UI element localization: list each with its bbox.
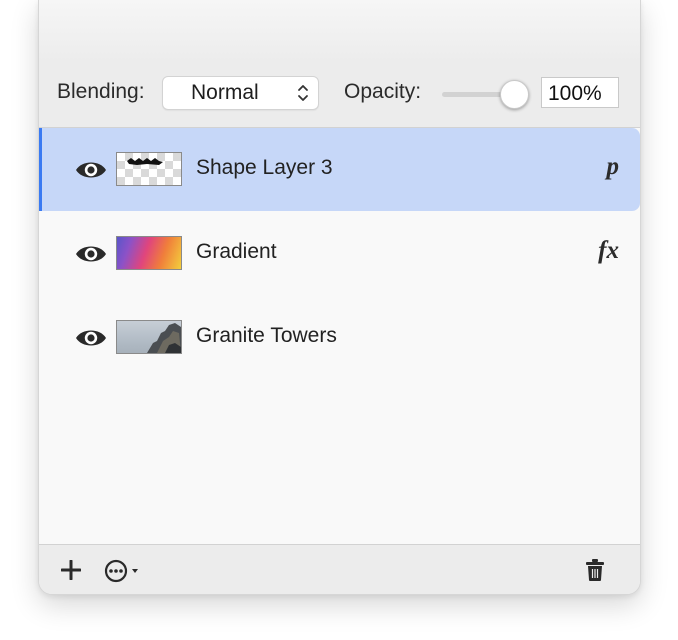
layer-thumbnail-gradient	[116, 236, 182, 270]
layer-thumbnail-photo	[116, 320, 182, 354]
layer-thumbnail-shape	[116, 152, 182, 186]
trash-icon[interactable]	[585, 558, 605, 582]
eye-icon[interactable]	[75, 327, 107, 349]
blending-mode-value: Normal	[191, 81, 259, 104]
eye-icon[interactable]	[75, 243, 107, 265]
layer-row-granite-towers[interactable]: Granite Towers	[39, 296, 640, 379]
blending-mode-select[interactable]: Normal	[162, 76, 319, 110]
blending-label: Blending:	[57, 80, 145, 103]
panel-footer	[39, 544, 640, 594]
opacity-field[interactable]	[541, 77, 619, 108]
layer-name: Gradient	[196, 240, 277, 263]
blending-controls-bar: Blending: Normal Opacity:	[39, 62, 640, 128]
eye-icon[interactable]	[75, 159, 107, 181]
layer-name: Shape Layer 3	[196, 156, 333, 179]
more-options-icon[interactable]	[104, 559, 146, 583]
shape-layer-badge: p	[606, 153, 620, 180]
layer-row-gradient[interactable]: Gradient fx	[39, 212, 640, 295]
opacity-slider-knob[interactable]	[500, 80, 529, 109]
plus-icon[interactable]	[61, 560, 81, 580]
effects-badge: fx	[598, 237, 619, 264]
layer-row-shape-layer-3[interactable]: Shape Layer 3 p	[39, 128, 640, 211]
opacity-label: Opacity:	[344, 80, 422, 103]
panel-title-bar	[39, 0, 640, 63]
up-down-chevron-icon	[298, 85, 308, 101]
layer-list: Shape Layer 3 p Gradient fx Granite Towe…	[39, 128, 640, 544]
layers-panel: Blending: Normal Opacity: Shape L	[38, 0, 641, 595]
layer-name: Granite Towers	[196, 324, 337, 347]
